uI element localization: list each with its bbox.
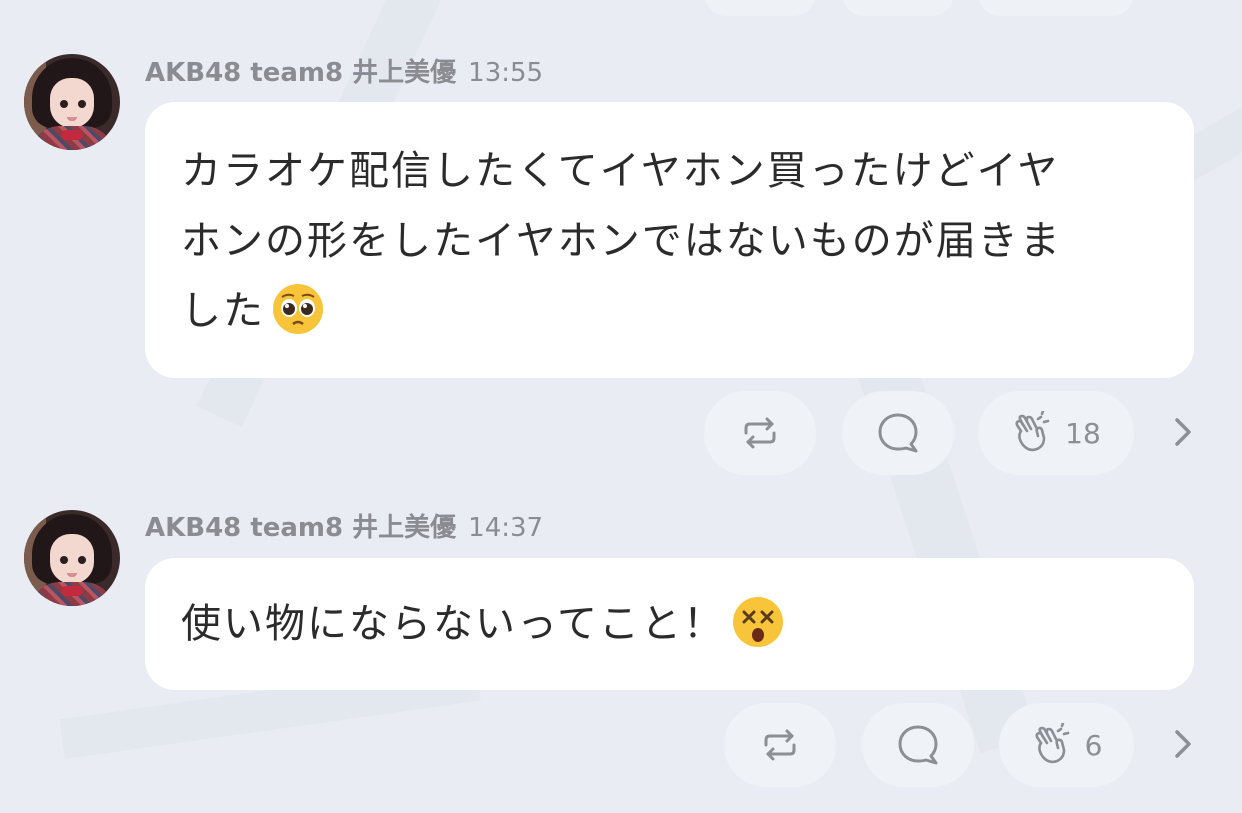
repost-icon bbox=[740, 413, 780, 453]
chevron-right-icon[interactable] bbox=[1168, 412, 1198, 452]
previous-post-clap-pill[interactable] bbox=[978, 0, 1134, 16]
clap-icon bbox=[1011, 411, 1055, 455]
message-line-last: した bbox=[181, 276, 1158, 346]
comment-icon bbox=[896, 723, 940, 767]
avatar[interactable] bbox=[24, 510, 120, 606]
author-name[interactable]: AKB48 team8 井上美優 bbox=[145, 513, 456, 543]
avatar[interactable] bbox=[24, 54, 120, 150]
dizzy-face-emoji bbox=[731, 595, 785, 649]
message-text: 使い物にならないってこと！ bbox=[181, 601, 725, 647]
comment-button[interactable] bbox=[842, 391, 954, 475]
message-line: カラオケ配信したくてイヤホン買ったけどイヤ bbox=[181, 148, 1060, 194]
repost-icon bbox=[760, 725, 800, 765]
message-line: ホンの形をしたイヤホンではないものが届きま bbox=[181, 218, 1062, 264]
post-time: 13:55 bbox=[468, 58, 544, 88]
previous-post-repost-pill[interactable] bbox=[704, 0, 816, 16]
author-name[interactable]: AKB48 team8 井上美優 bbox=[145, 58, 456, 88]
message-line-last: 使い物にならないってこと！ bbox=[181, 589, 1158, 659]
clap-icon bbox=[1031, 723, 1075, 767]
comment-icon bbox=[876, 411, 920, 455]
clap-count: 6 bbox=[1084, 728, 1103, 762]
repost-button[interactable] bbox=[704, 391, 816, 475]
comment-button[interactable] bbox=[862, 703, 974, 787]
pleading-face-emoji bbox=[271, 282, 325, 336]
message-text: した bbox=[181, 288, 265, 334]
post-header: AKB48 team8 井上美優 13:55 bbox=[145, 52, 543, 89]
message-bubble[interactable]: 使い物にならないってこと！ bbox=[145, 558, 1194, 690]
clap-count: 18 bbox=[1065, 416, 1101, 450]
previous-post-comment-pill[interactable] bbox=[842, 0, 954, 16]
message-bubble[interactable]: カラオケ配信したくてイヤホン買ったけどイヤ ホンの形をしたイヤホンではないものが… bbox=[145, 102, 1194, 378]
clap-button[interactable]: 6 bbox=[999, 703, 1134, 787]
clap-button[interactable]: 18 bbox=[978, 391, 1134, 475]
post-header: AKB48 team8 井上美優 14:37 bbox=[145, 507, 543, 544]
chevron-right-icon[interactable] bbox=[1168, 724, 1198, 764]
repost-button[interactable] bbox=[724, 703, 836, 787]
post-time: 14:37 bbox=[468, 513, 544, 543]
